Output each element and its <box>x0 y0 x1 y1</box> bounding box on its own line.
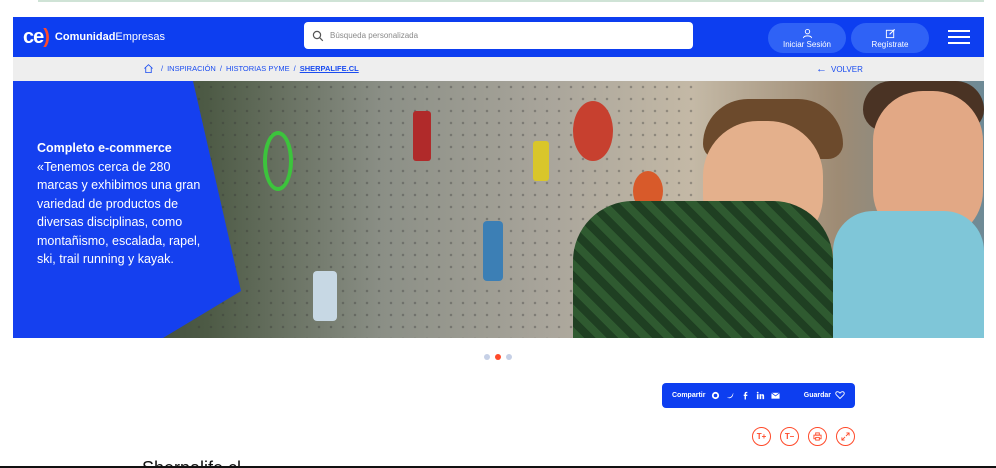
hero-caption: Completo e-commerce «Tenemos cerca de 28… <box>37 139 207 269</box>
carousel-dot-3[interactable] <box>506 354 512 360</box>
print-icon <box>813 432 822 441</box>
linkedin-icon[interactable] <box>756 391 765 400</box>
back-label: VOLVER <box>831 64 863 74</box>
breadcrumb-historias-pyme[interactable]: HISTORIAS PYME <box>226 64 290 73</box>
print-button[interactable] <box>808 427 827 446</box>
share-icons <box>711 391 781 400</box>
save-label: Guardar <box>803 391 831 399</box>
article-title: Sherpalife.cl <box>142 458 241 466</box>
logo-text: ComunidadEmpresas <box>54 31 165 43</box>
logo-mark: ce) <box>23 25 50 48</box>
login-label: Iniciar Sesión <box>782 39 832 49</box>
back-link[interactable]: ← VOLVER <box>816 63 863 75</box>
increase-text-button[interactable]: T+ <box>752 427 771 446</box>
search-icon <box>312 30 324 41</box>
twitter-icon[interactable] <box>726 391 735 400</box>
expand-button[interactable] <box>836 427 855 446</box>
heart-icon <box>835 391 845 400</box>
hero-body: «Tenemos cerca de 280 marcas y exhibimos… <box>37 159 201 267</box>
breadcrumb-current[interactable]: SHERPALIFE.CL <box>300 64 359 73</box>
expand-icon <box>841 432 850 441</box>
hero-heading: Completo e-commerce <box>37 141 172 155</box>
register-label: Regístrate <box>871 39 909 49</box>
breadcrumb-inspiracion[interactable]: INSPIRACIÓN <box>167 64 216 73</box>
facebook-icon[interactable] <box>741 391 750 400</box>
share-bar: Compartir Guardar <box>662 383 855 408</box>
carousel-dot-1[interactable] <box>484 354 490 360</box>
home-icon[interactable] <box>143 63 154 74</box>
logo[interactable]: ce) ComunidadEmpresas <box>23 26 165 49</box>
user-icon <box>802 28 812 38</box>
hero-banner: Completo e-commerce «Tenemos cerca de 28… <box>13 81 984 338</box>
carousel-dots <box>484 354 512 360</box>
top-divider <box>38 0 984 2</box>
search-box[interactable] <box>304 22 693 49</box>
site-header: ce) ComunidadEmpresas Iniciar Sesión Reg… <box>13 17 984 57</box>
hamburger-menu-icon[interactable] <box>948 30 970 44</box>
decrease-text-button[interactable]: T– <box>780 427 799 446</box>
whatsapp-icon[interactable] <box>711 391 720 400</box>
breadcrumb: / INSPIRACIÓN / HISTORIAS PYME / SHERPAL… <box>143 63 359 74</box>
arrow-left-icon: ← <box>816 63 827 75</box>
edit-icon <box>885 28 895 38</box>
save-button[interactable]: Guardar <box>804 390 845 400</box>
article-tools: T+ T– <box>752 427 855 446</box>
register-button[interactable]: Regístrate <box>851 23 929 53</box>
search-input[interactable] <box>330 31 670 40</box>
breadcrumb-bar: / INSPIRACIÓN / HISTORIAS PYME / SHERPAL… <box>13 57 984 81</box>
login-button[interactable]: Iniciar Sesión <box>768 23 846 53</box>
carousel-dot-2[interactable] <box>495 354 501 360</box>
email-icon[interactable] <box>771 391 781 400</box>
share-label: Compartir <box>672 392 706 399</box>
